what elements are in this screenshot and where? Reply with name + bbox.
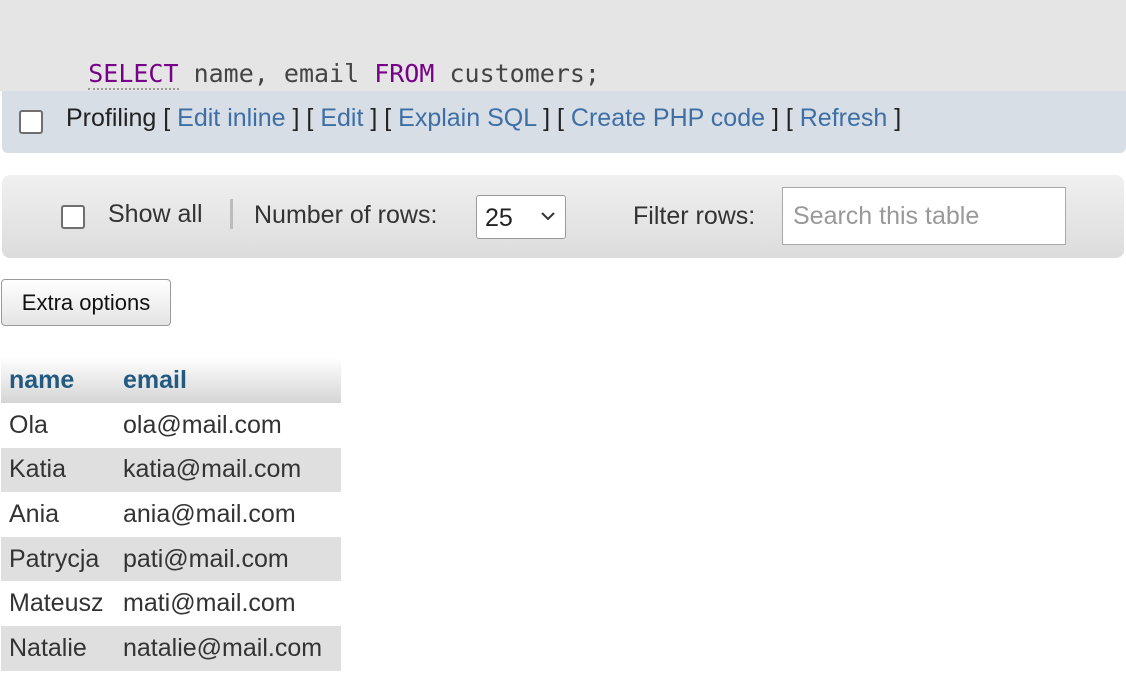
- cell-email[interactable]: natalie@mail.com: [115, 625, 341, 671]
- filter-rows-input[interactable]: [782, 187, 1066, 245]
- rows-count-label: Number of rows:: [254, 201, 438, 229]
- cell-name[interactable]: Mateusz: [1, 581, 115, 626]
- cell-email[interactable]: katia@mail.com: [115, 447, 341, 493]
- sql-keyword-select[interactable]: SELECT: [88, 59, 179, 90]
- cell-email[interactable]: mati@mail.com: [115, 581, 341, 626]
- navigation-bar: Show all Number of rows: 25 Filter rows:: [2, 175, 1124, 258]
- chevron-down-icon: [541, 212, 555, 221]
- create-php-code-link[interactable]: Create PHP code: [571, 104, 765, 132]
- cell-email[interactable]: pati@mail.com: [115, 536, 341, 582]
- query-tools-links: Profiling [ Edit inline ] [ Edit ] [ Exp…: [66, 104, 902, 132]
- query-tools-bar: Profiling [ Edit inline ] [ Edit ] [ Exp…: [2, 91, 1126, 153]
- cell-name[interactable]: Katia: [1, 447, 115, 493]
- edit-inline-link[interactable]: Edit inline: [177, 104, 285, 132]
- table-row[interactable]: Mateusz mati@mail.com: [1, 581, 341, 626]
- column-header-email[interactable]: email: [115, 357, 341, 403]
- show-all-checkbox[interactable]: [61, 205, 85, 229]
- extra-options-button[interactable]: Extra options: [1, 279, 171, 326]
- table-row[interactable]: Ania ania@mail.com: [1, 492, 341, 537]
- edit-link[interactable]: Edit: [320, 104, 363, 132]
- sql-text: name, email: [178, 59, 375, 88]
- cell-email[interactable]: ania@mail.com: [115, 492, 341, 537]
- table-header-row: name email: [1, 357, 341, 403]
- column-header-name[interactable]: name: [1, 357, 115, 403]
- show-all-label[interactable]: Show all: [108, 200, 203, 229]
- cell-email[interactable]: ola@mail.com: [115, 403, 341, 448]
- rows-count-value: 25: [485, 204, 513, 232]
- results-table: name email Ola ola@mail.com Katia katia@…: [1, 357, 341, 671]
- filter-rows-label: Filter rows:: [633, 202, 756, 230]
- refresh-link[interactable]: Refresh: [800, 104, 888, 132]
- sql-keyword-from: FROM: [374, 59, 435, 88]
- cell-name[interactable]: Ania: [1, 492, 115, 537]
- separator: [230, 199, 233, 229]
- table-row[interactable]: Patrycja pati@mail.com: [1, 536, 341, 582]
- cell-name[interactable]: Natalie: [1, 625, 115, 671]
- sql-query-box: SELECT name, email FROM customers;: [0, 0, 1126, 91]
- sql-text: customers;: [434, 59, 600, 88]
- cell-name[interactable]: Ola: [1, 403, 115, 448]
- rows-count-select[interactable]: 25: [476, 195, 566, 239]
- cell-name[interactable]: Patrycja: [1, 536, 115, 582]
- table-row[interactable]: Katia katia@mail.com: [1, 447, 341, 493]
- table-row[interactable]: Natalie natalie@mail.com: [1, 625, 341, 671]
- explain-sql-link[interactable]: Explain SQL: [398, 104, 536, 132]
- profiling-checkbox[interactable]: [19, 110, 43, 134]
- profiling-label: Profiling: [66, 104, 157, 132]
- table-row[interactable]: Ola ola@mail.com: [1, 403, 341, 448]
